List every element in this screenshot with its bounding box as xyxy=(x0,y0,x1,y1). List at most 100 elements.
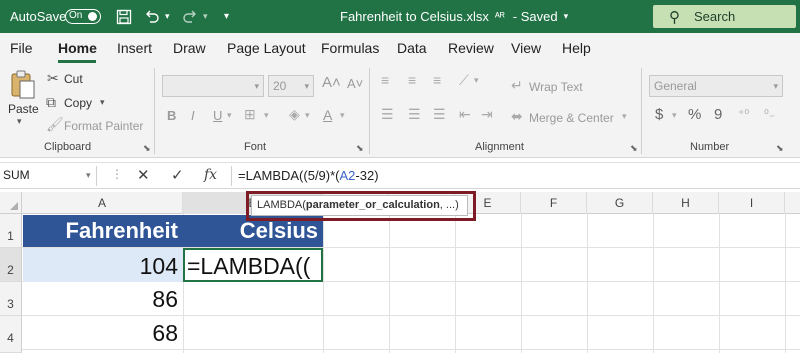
font-color-dropdown-icon[interactable]: ▾ xyxy=(340,110,345,121)
merge-center-button[interactable]: Merge & Center xyxy=(529,111,614,125)
cell-a4[interactable]: 68 xyxy=(23,320,178,347)
insert-function-button[interactable]: fx xyxy=(204,167,217,183)
clipboard-launcher-icon[interactable]: ⬊ xyxy=(143,143,151,154)
tab-page-layout[interactable]: Page Layout xyxy=(227,40,306,56)
fill-color-icon[interactable]: ◈ xyxy=(289,106,300,123)
tab-data[interactable]: Data xyxy=(397,40,427,56)
align-center-icon[interactable]: ☰ xyxy=(408,106,421,123)
increase-font-icon[interactable]: A˄ xyxy=(322,74,341,91)
underline-dropdown-icon[interactable]: ▾ xyxy=(227,110,232,121)
document-title[interactable]: Fahrenheit to Celsius.xlsx ᴬᴿ - Saved ▾ xyxy=(340,0,568,33)
currency-dropdown-icon[interactable]: ▾ xyxy=(672,110,677,121)
align-right-icon[interactable]: ☰ xyxy=(433,106,446,123)
paste-dropdown-icon[interactable]: ▾ xyxy=(17,116,22,127)
cell-a2[interactable]: 104 xyxy=(23,253,178,280)
orientation-dropdown-icon[interactable]: ▾ xyxy=(474,75,479,86)
undo-dropdown-icon[interactable]: ▾ xyxy=(165,0,170,33)
gridline xyxy=(653,214,654,353)
enter-icon[interactable]: ✓ xyxy=(171,166,184,184)
wrap-text-icon[interactable]: ↵ xyxy=(511,77,523,94)
currency-button[interactable]: $ xyxy=(655,106,663,123)
tab-help[interactable]: Help xyxy=(562,40,591,56)
increase-indent-icon[interactable]: ⇥ xyxy=(481,106,493,123)
increase-decimal-icon[interactable]: ⁺⁰ xyxy=(738,107,749,121)
tab-draw[interactable]: Draw xyxy=(173,40,206,56)
fill-color-dropdown-icon[interactable]: ▾ xyxy=(305,110,310,121)
number-launcher-icon[interactable]: ⬊ xyxy=(776,143,784,154)
row-header-4[interactable]: 4 xyxy=(0,316,22,353)
save-icon[interactable] xyxy=(116,0,132,33)
customize-toolbar-icon[interactable]: ▾ xyxy=(224,0,229,33)
column-header-g[interactable]: G xyxy=(587,192,653,214)
align-top-icon[interactable]: ≡ xyxy=(381,72,389,88)
copy-icon[interactable]: ⧉ xyxy=(46,94,56,111)
decrease-decimal-icon[interactable]: ⁰₋ xyxy=(764,107,775,121)
cut-icon[interactable]: ✂ xyxy=(47,70,59,87)
name-box[interactable]: SUM xyxy=(0,166,97,186)
format-painter-icon[interactable]: 🖌 xyxy=(46,116,64,133)
comma-button[interactable]: 9 xyxy=(714,106,722,123)
borders-dropdown-icon[interactable]: ▾ xyxy=(264,110,269,121)
redo-icon[interactable] xyxy=(182,0,198,33)
number-format-dropdown[interactable]: General ▾ xyxy=(649,75,783,97)
italic-button[interactable]: I xyxy=(191,108,195,123)
font-size-dropdown[interactable]: 20 ▾ xyxy=(268,75,314,97)
copy-button[interactable]: Copy xyxy=(64,96,92,110)
more-options-icon[interactable]: ⋮ xyxy=(111,167,123,181)
align-middle-icon[interactable]: ≡ xyxy=(408,72,416,88)
paste-icon[interactable] xyxy=(10,70,36,100)
cancel-icon[interactable]: ✕ xyxy=(137,166,150,184)
decrease-indent-icon[interactable]: ⇤ xyxy=(459,106,471,123)
tab-insert[interactable]: Insert xyxy=(117,40,152,56)
tab-home[interactable]: Home xyxy=(58,40,97,56)
column-header-h[interactable]: H xyxy=(653,192,719,214)
gridline xyxy=(22,315,800,316)
column-header-a[interactable]: A xyxy=(22,192,183,214)
align-bottom-icon[interactable]: ≡ xyxy=(433,72,441,88)
redo-dropdown-icon[interactable]: ▾ xyxy=(203,0,208,33)
font-name-dropdown[interactable]: ▾ xyxy=(162,75,264,97)
autosave-label: AutoSave xyxy=(10,9,67,24)
format-painter-button[interactable]: Format Painter xyxy=(64,119,143,133)
undo-icon[interactable] xyxy=(144,0,160,33)
underline-button[interactable]: U xyxy=(213,108,222,123)
name-box-dropdown-icon[interactable]: ▾ xyxy=(86,170,91,181)
row-header-1[interactable]: 1 xyxy=(0,214,22,248)
percent-button[interactable]: % xyxy=(688,106,701,123)
tab-view[interactable]: View xyxy=(511,40,541,56)
cell-a1[interactable]: Fahrenheit xyxy=(23,215,183,247)
chevron-down-icon: ▾ xyxy=(563,11,569,21)
orientation-icon[interactable]: ⟋ xyxy=(459,72,469,89)
search-box[interactable]: ⚲ Search xyxy=(653,5,796,28)
paste-button[interactable]: Paste xyxy=(8,102,39,116)
autosave-toggle[interactable]: On xyxy=(65,9,101,24)
borders-icon[interactable]: ⊞ xyxy=(244,106,256,123)
tab-review[interactable]: Review xyxy=(448,40,494,56)
gridline xyxy=(521,214,522,353)
merge-dropdown-icon[interactable]: ▾ xyxy=(622,111,627,122)
font-launcher-icon[interactable]: ⬊ xyxy=(356,143,364,154)
cut-button[interactable]: Cut xyxy=(64,72,83,86)
bold-button[interactable]: B xyxy=(167,108,176,123)
tab-formulas[interactable]: Formulas xyxy=(321,40,379,56)
formula-input[interactable]: =LAMBDA((5/9)*(A2-32) xyxy=(238,168,379,183)
row-header-2[interactable]: 2 xyxy=(0,248,22,282)
gridline xyxy=(719,214,720,353)
copy-dropdown-icon[interactable]: ▾ xyxy=(100,97,105,108)
column-header-f[interactable]: F xyxy=(521,192,587,214)
column-header-i[interactable]: I xyxy=(719,192,785,214)
alignment-launcher-icon[interactable]: ⬊ xyxy=(630,143,638,154)
row-header-3[interactable]: 3 xyxy=(0,282,22,316)
align-left-icon[interactable]: ☰ xyxy=(381,106,394,123)
cell-a3[interactable]: 86 xyxy=(23,286,178,313)
gridline xyxy=(785,214,786,353)
decrease-font-icon[interactable]: A˅ xyxy=(347,76,363,91)
tab-file[interactable]: File xyxy=(10,40,33,56)
wrap-text-button[interactable]: Wrap Text xyxy=(529,80,583,94)
font-color-icon[interactable]: A xyxy=(323,107,332,123)
clipboard-group-label: Clipboard xyxy=(44,141,92,153)
gridline xyxy=(389,214,390,353)
merge-center-icon[interactable]: ⬌ xyxy=(511,108,523,125)
cell-b2[interactable]: =LAMBDA(( xyxy=(187,253,310,280)
group-divider xyxy=(154,68,155,154)
